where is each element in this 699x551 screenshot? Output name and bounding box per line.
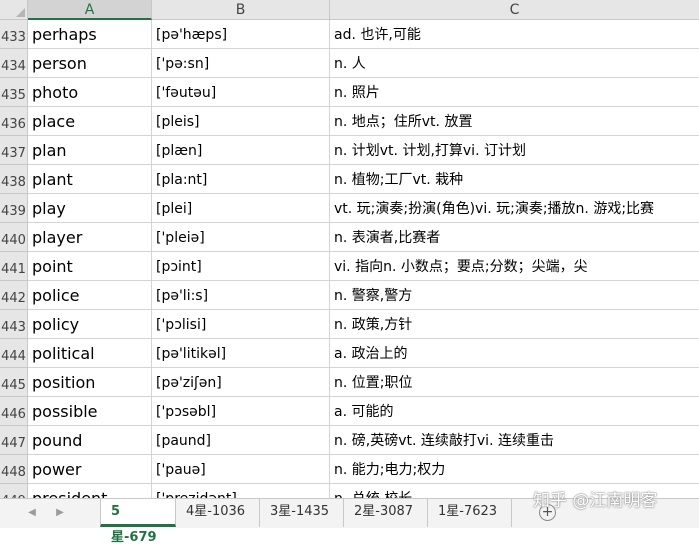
column-header-c[interactable]: C [330, 0, 699, 20]
row-number[interactable]: 439 [0, 194, 28, 223]
cell-meaning[interactable]: a. 可能的 [330, 397, 699, 426]
cell-word[interactable]: pound [28, 426, 152, 455]
table-row: 444 political [pə'litikəl] a. 政治上的 [0, 339, 699, 368]
select-all-corner[interactable] [0, 0, 28, 20]
table-row: 435 photo ['fəutəu] n. 照片 [0, 78, 699, 107]
row-number[interactable]: 446 [0, 397, 28, 426]
row-number[interactable]: 448 [0, 455, 28, 484]
cell-word[interactable]: place [28, 107, 152, 136]
row-number[interactable]: 437 [0, 136, 28, 165]
table-row: 436 place [pleis] n. 地点；住所vt. 放置 [0, 107, 699, 136]
sheet-tab[interactable]: 3星-1435 [260, 499, 344, 527]
row-number[interactable]: 438 [0, 165, 28, 194]
cell-meaning[interactable]: n. 计划vt. 计划,打算vi. 订计划 [330, 136, 699, 165]
cell-phonetic[interactable]: [pla:nt] [152, 165, 330, 194]
row-number[interactable]: 435 [0, 78, 28, 107]
sheet-tab[interactable]: 4星-1036 [176, 499, 260, 527]
cell-meaning[interactable]: n. 磅,英磅vt. 连续敲打vi. 连续重击 [330, 426, 699, 455]
cell-meaning[interactable]: n. 政策,方针 [330, 310, 699, 339]
cell-word[interactable]: photo [28, 78, 152, 107]
row-number[interactable]: 447 [0, 426, 28, 455]
cell-meaning[interactable]: n. 表演者,比赛者 [330, 223, 699, 252]
cell-phonetic[interactable]: ['pə:sn] [152, 49, 330, 78]
cell-meaning[interactable]: n. 地点；住所vt. 放置 [330, 107, 699, 136]
next-sheet-icon[interactable]: ▶ [52, 505, 68, 521]
cell-phonetic[interactable]: [pə'hæps] [152, 20, 330, 49]
cell-phonetic[interactable]: ['pɔlisi] [152, 310, 330, 339]
cell-phonetic[interactable]: [plei] [152, 194, 330, 223]
cell-word[interactable]: plan [28, 136, 152, 165]
prev-sheet-icon[interactable]: ◀ [24, 505, 40, 521]
cell-word[interactable]: plant [28, 165, 152, 194]
cell-meaning[interactable]: vt. 玩;演奏;扮演(角色)vi. 玩;演奏;播放n. 游戏;比赛 [330, 194, 699, 223]
cell-word[interactable]: president [28, 484, 152, 498]
cell-meaning[interactable]: ad. 也许,可能 [330, 20, 699, 49]
row-number[interactable]: 436 [0, 107, 28, 136]
watermark-text: 知乎 @江南明客 [533, 491, 658, 511]
table-row: 447 pound [paund] n. 磅,英磅vt. 连续敲打vi. 连续重击 [0, 426, 699, 455]
cell-word[interactable]: play [28, 194, 152, 223]
table-row: 440 player ['pleiə] n. 表演者,比赛者 [0, 223, 699, 252]
cell-word[interactable]: person [28, 49, 152, 78]
cell-word[interactable]: police [28, 281, 152, 310]
cell-phonetic[interactable]: [pə'ziʃən] [152, 368, 330, 397]
table-row: 434 person ['pə:sn] n. 人 [0, 49, 699, 78]
cell-word[interactable]: power [28, 455, 152, 484]
cell-word[interactable]: political [28, 339, 152, 368]
table-row: 442 police [pə'li:s] n. 警察,警方 [0, 281, 699, 310]
cell-phonetic[interactable]: [pə'litikəl] [152, 339, 330, 368]
cell-meaning[interactable]: n. 能力;电力;权力 [330, 455, 699, 484]
table-row: 439 play [plei] vt. 玩;演奏;扮演(角色)vi. 玩;演奏;播放n… [0, 194, 699, 223]
row-number[interactable]: 449 [0, 484, 28, 498]
table-row: 433 perhaps [pə'hæps] ad. 也许,可能 [0, 20, 699, 49]
cell-phonetic[interactable]: [pə'li:s] [152, 281, 330, 310]
cell-meaning[interactable]: n. 人 [330, 49, 699, 78]
cell-meaning[interactable]: n. 位置;职位 [330, 368, 699, 397]
row-number[interactable]: 441 [0, 252, 28, 281]
row-number[interactable]: 440 [0, 223, 28, 252]
cell-phonetic[interactable]: ['pauə] [152, 455, 330, 484]
cell-phonetic[interactable]: ['fəutəu] [152, 78, 330, 107]
cell-phonetic[interactable]: [pleis] [152, 107, 330, 136]
row-number[interactable]: 442 [0, 281, 28, 310]
cell-word[interactable]: policy [28, 310, 152, 339]
cell-phonetic[interactable]: [plæn] [152, 136, 330, 165]
cell-phonetic[interactable]: [paund] [152, 426, 330, 455]
column-header-a[interactable]: A [28, 0, 152, 20]
cell-word[interactable]: point [28, 252, 152, 281]
column-header-b[interactable]: B [152, 0, 330, 20]
table-row: 446 possible ['pɔsəbl] a. 可能的 [0, 397, 699, 426]
cell-word[interactable]: position [28, 368, 152, 397]
table-row: 448 power ['pauə] n. 能力;电力;权力 [0, 455, 699, 484]
table-row: 437 plan [plæn] n. 计划vt. 计划,打算vi. 订计划 [0, 136, 699, 165]
row-number[interactable]: 444 [0, 339, 28, 368]
cell-phonetic[interactable]: [pɔint] [152, 252, 330, 281]
sheet-tab[interactable]: 1星-7623 [428, 499, 512, 527]
cell-phonetic[interactable]: ['pɔsəbl] [152, 397, 330, 426]
cell-word[interactable]: possible [28, 397, 152, 426]
cell-meaning[interactable]: n. 警察,警方 [330, 281, 699, 310]
table-row: 441 point [pɔint] vi. 指向n. 小数点；要点;分数；尖端，尖 [0, 252, 699, 281]
sheet-tab[interactable]: 2星-3087 [344, 499, 428, 527]
table-row: 445 position [pə'ziʃən] n. 位置;职位 [0, 368, 699, 397]
row-number[interactable]: 443 [0, 310, 28, 339]
cell-word[interactable]: perhaps [28, 20, 152, 49]
row-number[interactable]: 434 [0, 49, 28, 78]
spreadsheet-grid: A B C 433 perhaps [pə'hæps] ad. 也许,可能 434 per… [0, 0, 699, 498]
cell-meaning[interactable]: n. 照片 [330, 78, 699, 107]
cell-meaning[interactable]: a. 政治上的 [330, 339, 699, 368]
sheet-tab[interactable]: 5星-679 [100, 499, 176, 545]
row-number[interactable]: 445 [0, 368, 28, 397]
cell-word[interactable]: player [28, 223, 152, 252]
cell-phonetic[interactable]: ['prezidənt] [152, 484, 330, 498]
table-row: 438 plant [pla:nt] n. 植物;工厂vt. 栽种 [0, 165, 699, 194]
row-number[interactable]: 433 [0, 20, 28, 49]
cell-phonetic[interactable]: ['pleiə] [152, 223, 330, 252]
cell-meaning[interactable]: vi. 指向n. 小数点；要点;分数；尖端，尖 [330, 252, 699, 281]
cell-meaning[interactable]: n. 植物;工厂vt. 栽种 [330, 165, 699, 194]
table-row: 443 policy ['pɔlisi] n. 政策,方针 [0, 310, 699, 339]
